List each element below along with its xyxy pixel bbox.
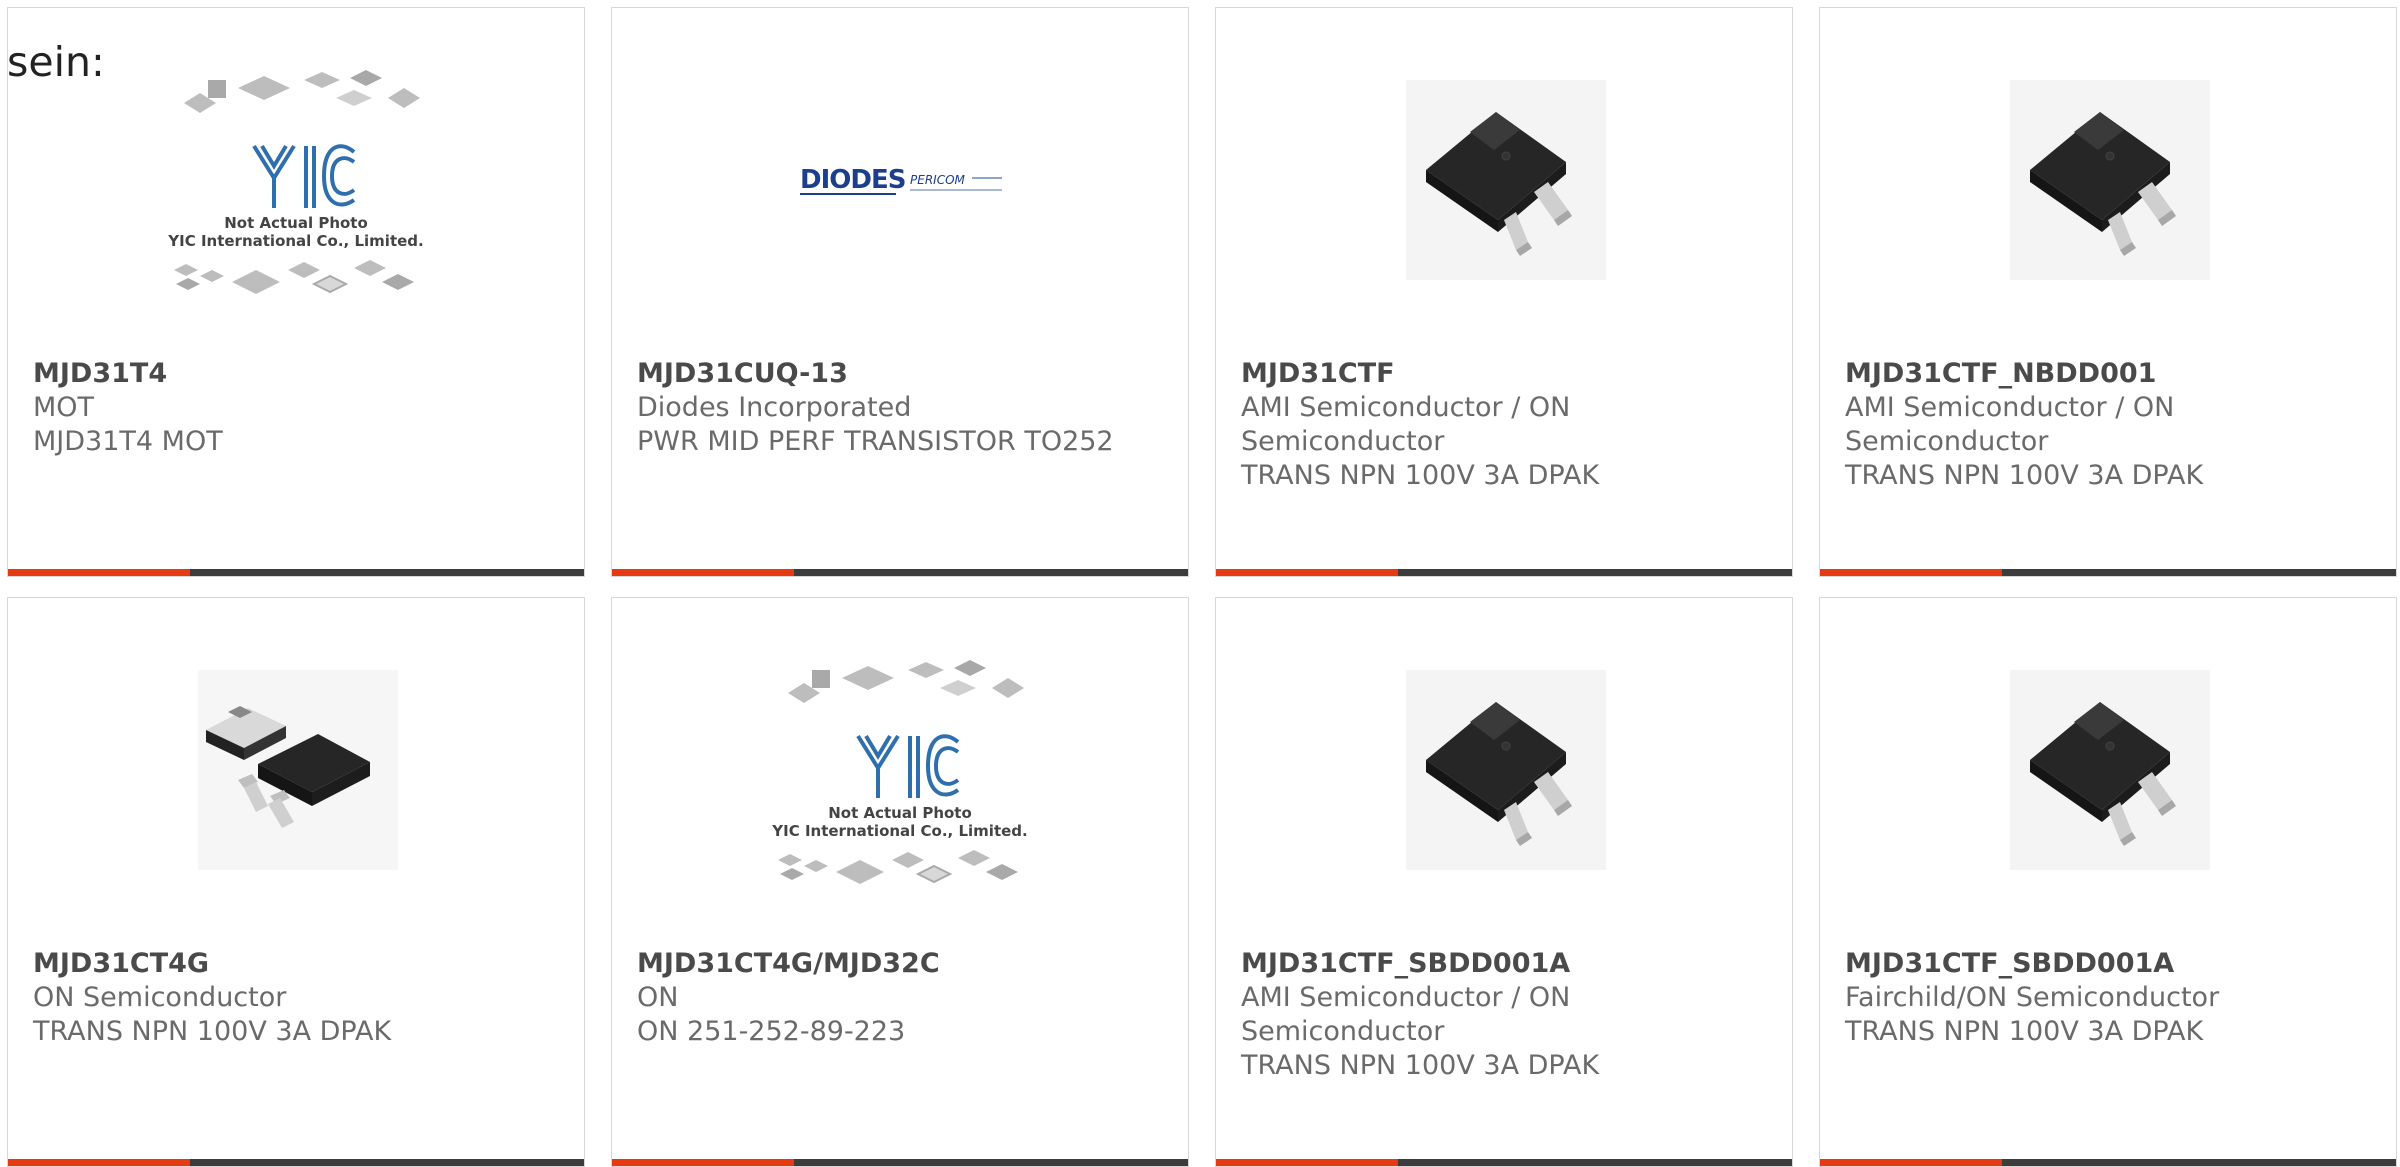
diodes-logo-image (612, 8, 1188, 348)
product-card[interactable]: MJD31CTF_SBDD001A Fairchild/ON Semicondu… (1819, 597, 2397, 1167)
card-bar-accent (612, 1159, 794, 1166)
product-card[interactable]: MJD31CTF AMI Semiconductor / ON Semicond… (1215, 7, 1793, 577)
card-bar (8, 1159, 584, 1166)
card-bar-accent (612, 569, 794, 576)
manufacturer: AMI Semiconductor / ON Semiconductor (1241, 982, 1571, 1047)
card-bar-accent (8, 569, 190, 576)
part-number[interactable]: MJD31CTF (1241, 357, 1732, 391)
dpak-pair-image (8, 598, 584, 938)
card-bar-accent (1820, 1159, 2002, 1166)
dpak-transistor-image (1820, 8, 2396, 348)
card-bar-accent (8, 1159, 190, 1166)
part-number[interactable]: MJD31CT4G/MJD32C (637, 947, 1128, 981)
card-bar (1820, 569, 2396, 576)
manufacturer: Diodes Incorporated (637, 392, 912, 423)
card-bar (1216, 1159, 1792, 1166)
description: TRANS NPN 100V 3A DPAK (1241, 1050, 1600, 1081)
card-bar (612, 1159, 1188, 1166)
dpak-transistor-image (1216, 8, 1792, 348)
manufacturer: MOT (33, 392, 95, 423)
dpak-transistor-image (1216, 598, 1792, 938)
card-bar (612, 569, 1188, 576)
product-card[interactable]: MJD31CTF_SBDD001A AMI Semiconductor / ON… (1215, 597, 1793, 1167)
card-bar-accent (1216, 569, 1398, 576)
card-bar (1820, 1159, 2396, 1166)
product-card[interactable]: MJD31CTF_NBDD001 AMI Semiconductor / ON … (1819, 7, 2397, 577)
description: ON 251-252-89-223 (637, 1016, 906, 1047)
description: TRANS NPN 100V 3A DPAK (33, 1016, 392, 1047)
card-bar-accent (1820, 569, 2002, 576)
manufacturer: ON Semiconductor (33, 982, 287, 1013)
page-label: sein: (7, 38, 105, 86)
yic-placeholder-image (612, 598, 1188, 938)
manufacturer: AMI Semiconductor / ON Semiconductor (1845, 392, 2175, 457)
description: MJD31T4 MOT (33, 426, 223, 457)
part-number[interactable]: MJD31CUQ-13 (637, 357, 1128, 391)
product-card[interactable]: MJD31CT4G ON Semiconductor TRANS NPN 100… (7, 597, 585, 1167)
card-bar-accent (1216, 1159, 1398, 1166)
manufacturer: ON (637, 982, 679, 1013)
card-bar (1216, 569, 1792, 576)
dpak-transistor-image (1820, 598, 2396, 938)
description: TRANS NPN 100V 3A DPAK (1845, 1016, 2204, 1047)
part-number[interactable]: MJD31CTF_NBDD001 (1845, 357, 2336, 391)
description: PWR MID PERF TRANSISTOR TO252 (637, 426, 1114, 457)
part-number[interactable]: MJD31CTF_SBDD001A (1241, 947, 1732, 981)
description: TRANS NPN 100V 3A DPAK (1241, 460, 1600, 491)
manufacturer: AMI Semiconductor / ON Semiconductor (1241, 392, 1571, 457)
part-number[interactable]: MJD31CT4G (33, 947, 524, 981)
card-bar (8, 569, 584, 576)
manufacturer: Fairchild/ON Semiconductor (1845, 982, 2220, 1013)
product-card[interactable]: MJD31T4 MOT MJD31T4 MOT (7, 7, 585, 577)
product-card[interactable]: MJD31CUQ-13 Diodes Incorporated PWR MID … (611, 7, 1189, 577)
part-number[interactable]: MJD31CTF_SBDD001A (1845, 947, 2336, 981)
product-card[interactable]: MJD31CT4G/MJD32C ON ON 251-252-89-223 (611, 597, 1189, 1167)
description: TRANS NPN 100V 3A DPAK (1845, 460, 2204, 491)
part-number[interactable]: MJD31T4 (33, 357, 524, 391)
